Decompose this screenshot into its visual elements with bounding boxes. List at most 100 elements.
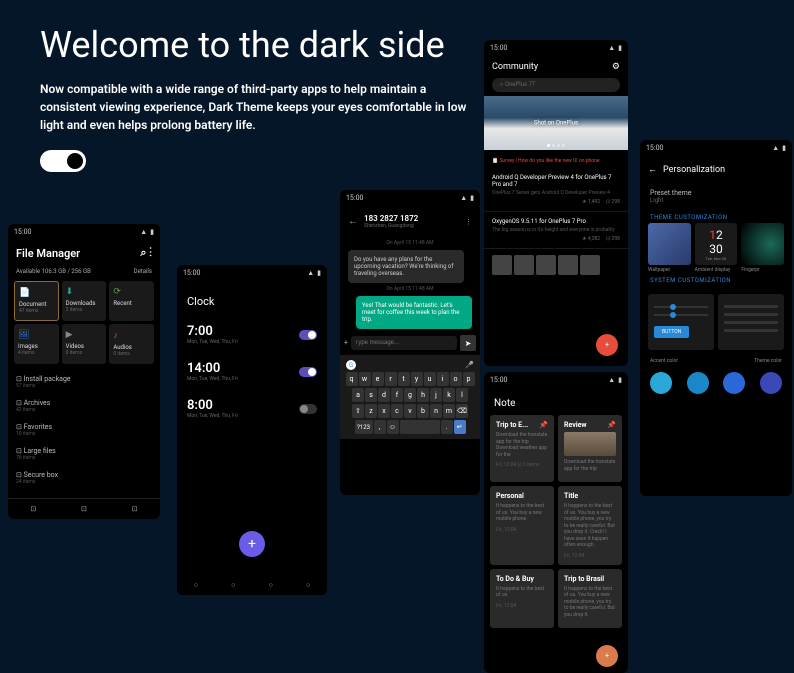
- fm-tile-images[interactable]: 🖼Images4 items: [14, 324, 59, 364]
- add-alarm-fab[interactable]: +: [239, 531, 265, 557]
- theme-color-preview[interactable]: [718, 294, 784, 350]
- key[interactable]: k: [443, 388, 455, 402]
- message-in: Do you have any plans for the upcoming v…: [348, 250, 464, 283]
- key[interactable]: b: [417, 404, 429, 418]
- key[interactable]: c: [391, 404, 403, 418]
- key[interactable]: m: [443, 404, 455, 418]
- fm-title: File Manager: [16, 247, 80, 260]
- key[interactable]: q: [346, 372, 358, 386]
- key[interactable]: x: [378, 404, 390, 418]
- note-card[interactable]: Trip to BrasilIt happens to the best of …: [558, 569, 622, 629]
- color-swatch[interactable]: [760, 372, 782, 394]
- key[interactable]: ,: [374, 420, 386, 434]
- key[interactable]: ☺: [387, 420, 399, 434]
- file-manager-screen: 15:00▲▮ File Manager ⌕ ⋮ Available 106.3…: [8, 224, 160, 519]
- wallpaper-tile[interactable]: [648, 223, 691, 265]
- key[interactable]: ⇧: [352, 404, 364, 418]
- key[interactable]: h: [417, 388, 429, 402]
- key[interactable]: p: [463, 372, 475, 386]
- search-input[interactable]: ⌕ OnePlus 7T: [492, 78, 620, 92]
- key[interactable]: u: [424, 372, 436, 386]
- clock-tab[interactable]: ○: [194, 581, 198, 589]
- clock-tab[interactable]: ○: [231, 581, 235, 589]
- key[interactable]: d: [378, 388, 390, 402]
- key[interactable]: j: [430, 388, 442, 402]
- key[interactable]: a: [352, 388, 364, 402]
- alarm-row[interactable]: 7:00Mon, Tue, Wed, Thu, Fri: [177, 316, 327, 353]
- note-card[interactable]: Review📌Download the translate app for th…: [558, 415, 622, 482]
- key[interactable]: i: [437, 372, 449, 386]
- send-button[interactable]: ➤: [460, 335, 476, 351]
- key[interactable]: t: [398, 372, 410, 386]
- key[interactable]: .: [441, 420, 453, 434]
- ambient-display-tile[interactable]: 1230 Tue, Nov 26: [695, 223, 738, 265]
- mic-icon[interactable]: 🎤: [465, 361, 474, 369]
- post[interactable]: OxygenOS 9.5.11 for OnePlus 7 ProThe big…: [484, 212, 628, 249]
- details-link[interactable]: Details: [134, 268, 152, 275]
- key[interactable]: ↵: [454, 420, 466, 434]
- fm-row[interactable]: ⊡ Secure box24 items: [16, 466, 152, 490]
- alarm-row[interactable]: 14:00Mon, Tue, Wed, Thu, Fri: [177, 353, 327, 390]
- key[interactable]: v: [404, 404, 416, 418]
- key[interactable]: y: [411, 372, 423, 386]
- fm-tile-downloads[interactable]: ⬇Downloads3 items: [62, 281, 107, 321]
- key[interactable]: n: [430, 404, 442, 418]
- alarm-switch[interactable]: [299, 367, 317, 377]
- key[interactable]: ?123: [355, 420, 373, 434]
- banner-image[interactable]: Shot on OnePlus: [484, 96, 628, 150]
- new-note-fab[interactable]: +: [596, 645, 618, 667]
- fm-tile-videos[interactable]: ▶Videos0 items: [62, 324, 107, 364]
- key[interactable]: r: [385, 372, 397, 386]
- settings-icon[interactable]: ⚙: [612, 62, 620, 72]
- fm-row[interactable]: ⊡ Favorites10 items: [16, 418, 152, 442]
- back-icon[interactable]: ←: [648, 164, 657, 175]
- status-time: 15:00: [346, 194, 363, 202]
- status-icons: ▲▮: [769, 144, 786, 152]
- survey-banner[interactable]: 📋 Survey | How do you like the new UI on…: [484, 154, 628, 168]
- fm-tile-audios[interactable]: ♪Audios0 items: [109, 324, 154, 364]
- fm-row[interactable]: ⊡ Large files76 items: [16, 442, 152, 466]
- key[interactable]: e: [372, 372, 384, 386]
- message-input[interactable]: [351, 336, 457, 350]
- key[interactable]: g: [404, 388, 416, 402]
- color-swatch[interactable]: [650, 372, 672, 394]
- fingerprint-tile[interactable]: [741, 223, 784, 265]
- fm-row[interactable]: ⊡ Archives42 items: [16, 394, 152, 418]
- key[interactable]: s: [365, 388, 377, 402]
- note-card[interactable]: PersonalIt happens to the best of us. Yo…: [490, 486, 554, 565]
- key[interactable]: w: [359, 372, 371, 386]
- messages-screen: 15:00▲▮ ← 183 2827 1872 Shenzhen, Guangd…: [340, 190, 480, 495]
- status-time: 15:00: [183, 269, 200, 277]
- accent-preview[interactable]: BUTTON: [648, 294, 714, 350]
- color-swatch[interactable]: [687, 372, 709, 394]
- new-post-fab[interactable]: +: [596, 334, 618, 356]
- alarm-row[interactable]: 8:00Mon, Tue, Wed, Thu, Fri: [177, 390, 327, 427]
- key[interactable]: l: [456, 388, 468, 402]
- key[interactable]: [400, 420, 440, 434]
- color-swatch[interactable]: [723, 372, 745, 394]
- clock-tab[interactable]: ○: [269, 581, 273, 589]
- fm-row[interactable]: ⊡ Install package57 items: [16, 370, 152, 394]
- alarm-switch[interactable]: [299, 330, 317, 340]
- fm-tile-document[interactable]: 📄Document47 items: [14, 281, 59, 321]
- fm-tab[interactable]: ⊡: [132, 505, 138, 513]
- fm-tab[interactable]: ⊡: [30, 505, 36, 513]
- preset-theme-row[interactable]: Preset theme Light: [640, 183, 792, 210]
- note-card[interactable]: TitleIt happens to the best of us. You b…: [558, 486, 622, 565]
- clock-tab[interactable]: ○: [306, 581, 310, 589]
- fm-tile-recent[interactable]: ⟳Recent: [109, 281, 154, 321]
- key[interactable]: z: [365, 404, 377, 418]
- fm-tab[interactable]: ⊡: [81, 505, 87, 513]
- post[interactable]: Android Q Developer Preview 4 for OnePlu…: [484, 168, 628, 212]
- key[interactable]: ⌫: [456, 404, 468, 418]
- attach-icon[interactable]: +: [344, 339, 348, 347]
- note-card[interactable]: Trip to E...📌Download the translate app …: [490, 415, 554, 482]
- search-icon[interactable]: ⌕: [140, 246, 146, 259]
- more-icon[interactable]: ⋮: [465, 218, 472, 226]
- alarm-switch[interactable]: [299, 404, 317, 414]
- more-icon[interactable]: ⋮: [149, 246, 152, 259]
- key[interactable]: o: [450, 372, 462, 386]
- key[interactable]: f: [391, 388, 403, 402]
- back-icon[interactable]: ←: [348, 216, 358, 227]
- note-card[interactable]: To Do & BuyIt happens to the best of us.…: [490, 569, 554, 629]
